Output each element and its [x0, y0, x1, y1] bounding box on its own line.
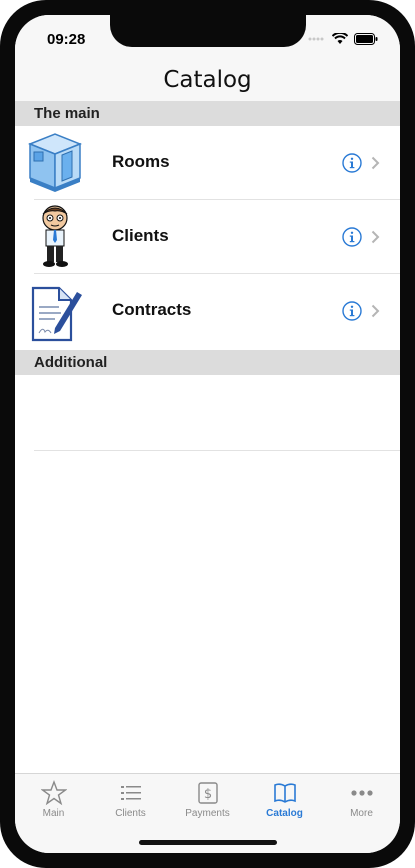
- list-icon: [120, 786, 141, 800]
- info-icon[interactable]: [342, 301, 362, 321]
- section-header-additional: Additional: [15, 350, 400, 375]
- star-icon: [40, 780, 67, 806]
- tab-label: Catalog: [266, 808, 303, 819]
- contract-document-icon: [31, 286, 82, 342]
- row-label: Contracts: [112, 300, 192, 319]
- tab-label: More: [350, 808, 373, 819]
- tab-more[interactable]: More: [323, 780, 400, 826]
- status-icons: [308, 33, 378, 45]
- navigation-bar: Catalog: [15, 63, 400, 101]
- signal-icon: [308, 37, 324, 41]
- home-indicator[interactable]: [139, 840, 277, 845]
- tab-payments[interactable]: $ Payments: [169, 780, 246, 826]
- row-label: Rooms: [112, 152, 170, 171]
- svg-text:$: $: [203, 787, 211, 802]
- list-item-rooms[interactable]: Rooms: [15, 126, 400, 200]
- device-notch: [110, 15, 306, 47]
- section-header-main: The main: [15, 101, 400, 126]
- info-icon[interactable]: [342, 227, 362, 247]
- tab-main[interactable]: Main: [15, 780, 92, 826]
- row-label: Clients: [112, 226, 169, 245]
- dollar-icon: $: [197, 782, 218, 804]
- screen: 09:28 Catalog The main Rooms Clients Con…: [15, 15, 400, 853]
- ellipsis-icon: [350, 790, 373, 796]
- list-item-clients[interactable]: Clients: [15, 200, 400, 274]
- tab-label: Clients: [115, 808, 146, 819]
- info-icon[interactable]: [342, 153, 362, 173]
- client-character-icon: [42, 205, 68, 267]
- wifi-icon: [332, 33, 348, 44]
- book-icon: [273, 783, 296, 803]
- additional-list-area: [15, 376, 400, 790]
- tab-label: Main: [42, 808, 65, 819]
- battery-icon: [354, 33, 378, 45]
- tab-catalog[interactable]: Catalog: [246, 780, 323, 826]
- chevron-right-icon: [371, 156, 380, 170]
- row-separator: [34, 450, 400, 451]
- status-time: 09:28: [47, 31, 86, 48]
- chevron-right-icon: [371, 304, 380, 318]
- page-title: Catalog: [163, 67, 252, 93]
- list-item-contracts[interactable]: Contracts: [15, 274, 400, 348]
- tab-clients[interactable]: Clients: [92, 780, 169, 826]
- chevron-right-icon: [371, 230, 380, 244]
- room-icon: [27, 133, 83, 192]
- tab-label: Payments: [185, 808, 230, 819]
- device-frame: 09:28 Catalog The main Rooms Clients Con…: [0, 0, 415, 868]
